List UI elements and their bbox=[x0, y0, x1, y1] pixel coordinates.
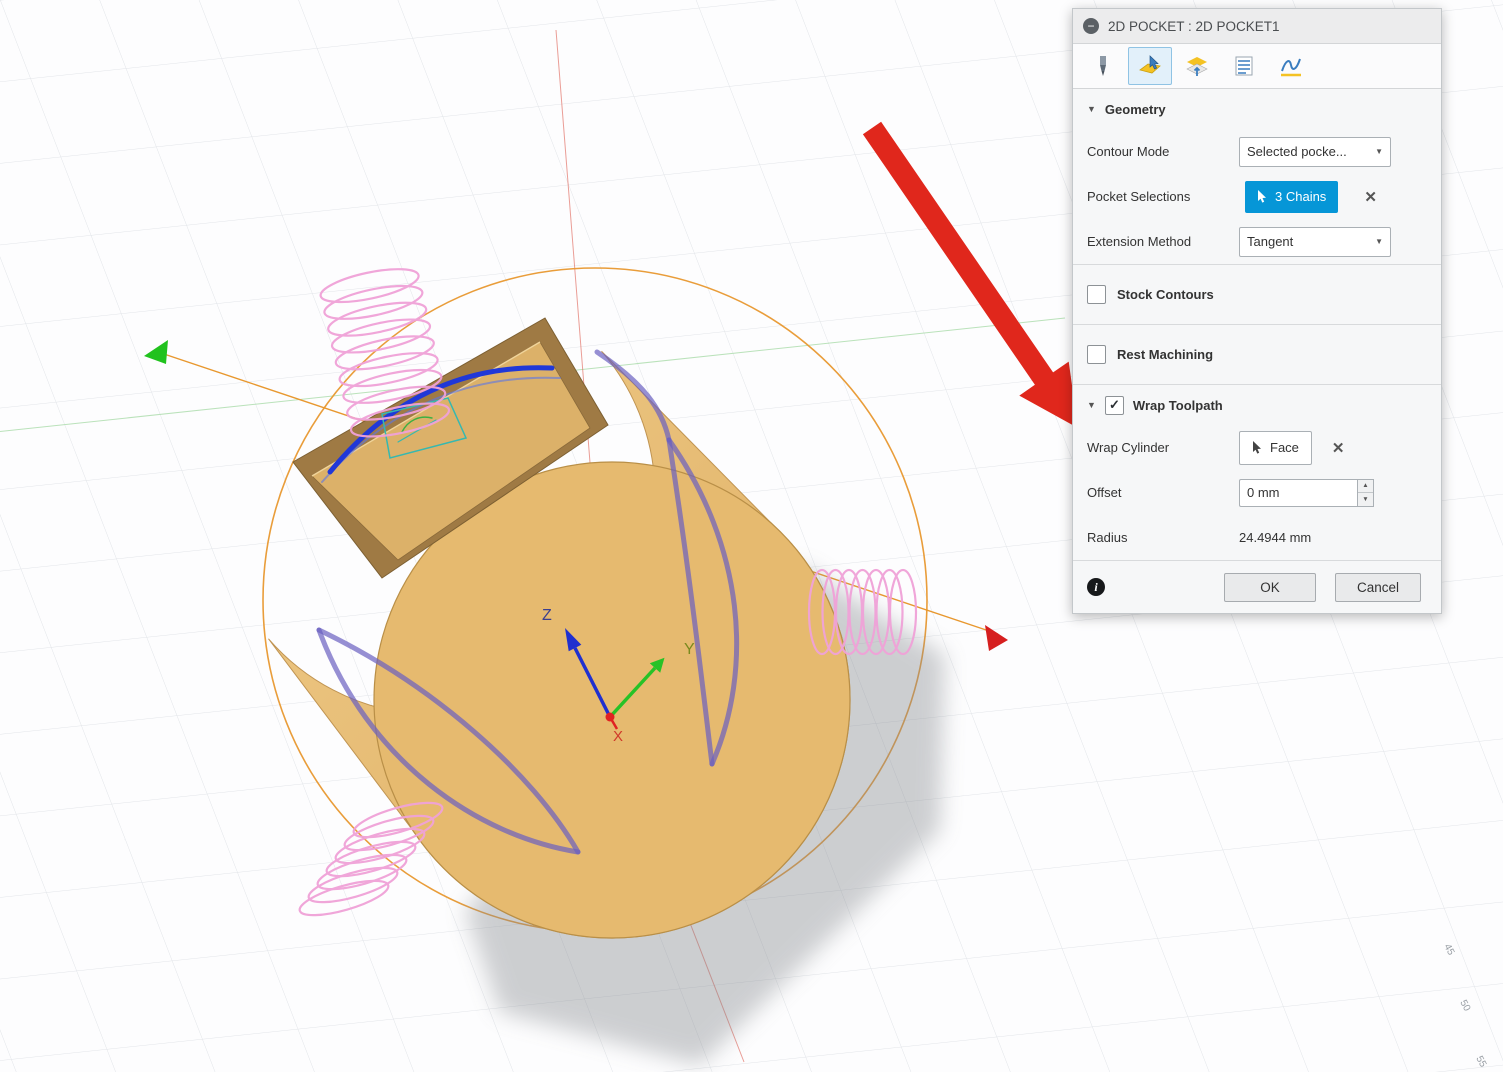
pocket-selections-label: Pocket Selections bbox=[1087, 189, 1191, 204]
wrap-toolpath-checkbox[interactable]: ✓ bbox=[1104, 395, 1124, 415]
collapse-triangle-icon[interactable]: ▼ bbox=[1087, 104, 1096, 114]
axis-label-z: Z bbox=[542, 607, 552, 624]
offset-row: Offset ▲ ▼ bbox=[1073, 470, 1441, 515]
cursor-icon bbox=[1258, 189, 1266, 203]
rest-machining-label: Rest Machining bbox=[1117, 347, 1214, 362]
linking-icon bbox=[1281, 58, 1301, 77]
axis-label-y: Y bbox=[684, 641, 695, 658]
rest-machining-checkbox[interactable] bbox=[1087, 345, 1106, 364]
wrap-cylinder-value: Face bbox=[1270, 440, 1299, 455]
chevron-down-icon: ▼ bbox=[1375, 237, 1383, 246]
stock-contours-checkbox[interactable] bbox=[1087, 285, 1106, 304]
dialog-title: 2D POCKET : 2D POCKET1 bbox=[1108, 18, 1280, 34]
wrap-cylinder-row: Wrap Cylinder Face ✕ bbox=[1073, 425, 1441, 470]
radius-label: Radius bbox=[1087, 530, 1128, 545]
wrap-toolpath-section-header[interactable]: ▼ ✓ Wrap Toolpath bbox=[1073, 385, 1441, 425]
wrap-cylinder-button[interactable]: Face bbox=[1239, 430, 1312, 465]
stock-contours-row: Stock Contours bbox=[1073, 265, 1441, 324]
radius-value: 24.4944 mm bbox=[1239, 530, 1312, 545]
minus-glyph: − bbox=[1087, 19, 1095, 33]
info-icon[interactable]: i bbox=[1087, 578, 1105, 596]
extension-method-row: Extension Method Tangent ▼ bbox=[1073, 219, 1441, 264]
contour-mode-select[interactable]: Selected pocke... ▼ bbox=[1239, 136, 1391, 167]
extension-method-select[interactable]: Tangent ▼ bbox=[1239, 226, 1391, 257]
tab-geometry[interactable] bbox=[1128, 47, 1172, 85]
extension-method-value: Tangent bbox=[1247, 234, 1294, 249]
rest-machining-row: Rest Machining bbox=[1073, 325, 1441, 384]
ok-button[interactable]: OK bbox=[1224, 572, 1316, 602]
offset-input[interactable] bbox=[1239, 478, 1357, 507]
geometry-section-header[interactable]: ▼ Geometry bbox=[1073, 89, 1441, 129]
info-glyph: i bbox=[1094, 579, 1098, 594]
tab-linking[interactable] bbox=[1269, 47, 1313, 85]
contour-mode-label: Contour Mode bbox=[1087, 144, 1170, 159]
dialog-footer: i OK Cancel bbox=[1073, 561, 1441, 613]
checkmark-icon: ✓ bbox=[1108, 397, 1120, 412]
radius-row: Radius 24.4944 mm bbox=[1073, 515, 1441, 560]
pocket-selections-button[interactable]: 3 Chains bbox=[1245, 180, 1339, 213]
passes-icon bbox=[1235, 56, 1253, 76]
collapse-triangle-icon[interactable]: ▼ bbox=[1087, 400, 1096, 410]
spinner-up-icon[interactable]: ▲ bbox=[1358, 480, 1373, 493]
offset-label: Offset bbox=[1087, 485, 1122, 500]
extension-method-label: Extension Method bbox=[1087, 234, 1192, 249]
dialog-collapse-icon[interactable]: − bbox=[1083, 18, 1099, 34]
spinner-down-icon[interactable]: ▼ bbox=[1358, 493, 1373, 506]
heights-icon bbox=[1186, 57, 1208, 76]
clear-pocket-selections-icon[interactable]: ✕ bbox=[1364, 188, 1377, 206]
cursor-icon bbox=[1253, 440, 1261, 454]
tab-passes[interactable] bbox=[1222, 47, 1266, 85]
2d-pocket-dialog: − 2D POCKET : 2D POCKET1 ▼ Geometry Cont… bbox=[1072, 8, 1442, 614]
contour-mode-row: Contour Mode Selected pocke... ▼ bbox=[1073, 129, 1441, 174]
geometry-header-label: Geometry bbox=[1104, 101, 1166, 117]
dialog-titlebar[interactable]: − 2D POCKET : 2D POCKET1 bbox=[1073, 9, 1441, 44]
wrap-toolpath-label: Wrap Toolpath bbox=[1132, 397, 1223, 413]
offset-spinner[interactable]: ▲ ▼ bbox=[1357, 478, 1374, 507]
pocket-selections-count: 3 Chains bbox=[1275, 189, 1327, 204]
tool-icon bbox=[1100, 56, 1106, 76]
dialog-tab-strip bbox=[1073, 44, 1441, 89]
axis-label-x: X bbox=[613, 728, 623, 745]
contour-mode-value: Selected pocke... bbox=[1247, 144, 1347, 159]
chevron-down-icon: ▼ bbox=[1375, 147, 1383, 156]
pocket-selections-row: Pocket Selections 3 Chains ✕ bbox=[1073, 174, 1441, 219]
tab-heights[interactable] bbox=[1175, 47, 1219, 85]
clear-wrap-cylinder-icon[interactable]: ✕ bbox=[1332, 439, 1345, 457]
cancel-button[interactable]: Cancel bbox=[1335, 572, 1421, 602]
geometry-icon bbox=[1139, 55, 1161, 74]
wrap-cylinder-label: Wrap Cylinder bbox=[1087, 440, 1170, 455]
tab-tool[interactable] bbox=[1081, 47, 1125, 85]
stock-contours-label: Stock Contours bbox=[1117, 287, 1214, 302]
